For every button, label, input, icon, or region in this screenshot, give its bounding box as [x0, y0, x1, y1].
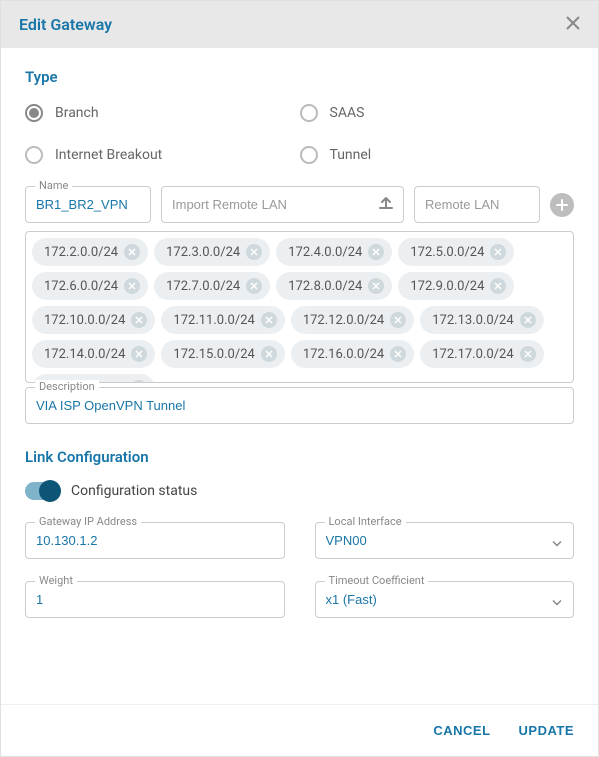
chip-label: 172.6.0.0/24	[44, 279, 118, 294]
timeout-wrap: Timeout Coefficient	[315, 581, 575, 618]
chip-remove-icon[interactable]	[368, 278, 384, 294]
radio-icon	[25, 146, 43, 164]
lan-chip[interactable]: 172.14.0.0/24	[32, 340, 155, 368]
remote-lan-wrap	[414, 186, 540, 223]
lan-chip[interactable]: 172.11.0.0/24	[161, 306, 284, 334]
name-row: Name	[25, 186, 574, 223]
chip-remove-icon[interactable]	[246, 244, 262, 260]
lan-chip[interactable]: 172.13.0.0/24	[420, 306, 543, 334]
toggle-knob	[39, 480, 61, 502]
description-input[interactable]	[25, 387, 574, 424]
lan-chip[interactable]: 172.9.0.0/24	[398, 272, 514, 300]
radio-icon	[25, 104, 43, 122]
radio-label: Tunnel	[330, 147, 372, 163]
radio-label: SAAS	[330, 105, 365, 121]
chip-remove-icon[interactable]	[520, 312, 536, 328]
radio-saas[interactable]: SAAS	[300, 104, 575, 122]
lan-chip[interactable]: 172.10.0.0/24	[32, 306, 155, 334]
chip-label: 172.12.0.0/24	[303, 313, 384, 328]
timeout-label: Timeout Coefficient	[325, 574, 429, 587]
name-field-wrap: Name	[25, 186, 151, 223]
import-remote-lan-input[interactable]	[161, 186, 404, 223]
chip-remove-icon[interactable]	[131, 312, 147, 328]
chip-label: 172.2.0.0/24	[44, 245, 118, 260]
weight-label: Weight	[35, 574, 77, 587]
chip-label: 172.10.0.0/24	[44, 313, 125, 328]
chip-label: 172.3.0.0/24	[166, 245, 240, 260]
local-interface-wrap: Local Interface	[315, 522, 575, 559]
radio-label: Internet Breakout	[55, 147, 162, 163]
import-remote-lan-wrap	[161, 186, 404, 223]
chip-remove-icon[interactable]	[390, 346, 406, 362]
radio-icon	[300, 146, 318, 164]
gateway-ip-wrap: Gateway IP Address	[25, 522, 285, 559]
chip-label: 172.16.0.0/24	[303, 347, 384, 362]
remote-lan-input[interactable]	[414, 186, 540, 223]
description-wrap: Description	[25, 387, 574, 424]
chip-label: 172.17.0.0/24	[432, 347, 513, 362]
link-config-title: Link Configuration	[25, 448, 574, 466]
cancel-button[interactable]: CANCEL	[433, 723, 490, 738]
type-radio-group: Branch SAAS Internet Breakout Tunnel	[25, 104, 574, 164]
name-label: Name	[35, 179, 72, 192]
chip-remove-icon[interactable]	[124, 244, 140, 260]
chip-remove-icon[interactable]	[131, 380, 147, 383]
chip-label: 172.8.0.0/24	[288, 279, 362, 294]
radio-icon	[300, 104, 318, 122]
lan-chip[interactable]: 172.8.0.0/24	[276, 272, 392, 300]
chip-label: 172.11.0.0/24	[173, 313, 254, 328]
lan-chip[interactable]: 172.7.0.0/24	[154, 272, 270, 300]
link-config-grid: Gateway IP Address Local Interface Weigh…	[25, 522, 574, 618]
dialog-title: Edit Gateway	[19, 15, 112, 34]
chip-label: 172.14.0.0/24	[44, 347, 125, 362]
dialog-footer: CANCEL UPDATE	[1, 704, 598, 756]
lan-chip[interactable]: 172.6.0.0/24	[32, 272, 148, 300]
upload-icon[interactable]	[378, 195, 394, 215]
chip-label: 172.7.0.0/24	[166, 279, 240, 294]
config-status-label: Configuration status	[71, 483, 197, 499]
local-interface-label: Local Interface	[325, 515, 406, 528]
chip-remove-icon[interactable]	[490, 278, 506, 294]
radio-branch[interactable]: Branch	[25, 104, 300, 122]
lan-chip[interactable]: 172.3.0.0/24	[154, 238, 270, 266]
weight-wrap: Weight	[25, 581, 285, 618]
type-section-title: Type	[25, 68, 574, 86]
chip-remove-icon[interactable]	[261, 312, 277, 328]
lan-chip[interactable]: 172.17.0.0/24	[420, 340, 543, 368]
add-button[interactable]	[550, 193, 574, 217]
lan-chip[interactable]: 172.12.0.0/24	[291, 306, 414, 334]
chip-remove-icon[interactable]	[246, 278, 262, 294]
remote-lan-chips[interactable]: 172.2.0.0/24 172.3.0.0/24 172.4.0.0/24 172.…	[25, 231, 574, 383]
lan-chip[interactable]: 172.2.0.0/24	[32, 238, 148, 266]
lan-chip[interactable]: 172.4.0.0/24	[276, 238, 392, 266]
lan-chip[interactable]: 172.15.0.0/24	[161, 340, 284, 368]
chip-label: 172.9.0.0/24	[410, 279, 484, 294]
radio-label: Branch	[55, 105, 99, 121]
description-label: Description	[35, 380, 99, 393]
chip-remove-icon[interactable]	[124, 278, 140, 294]
gateway-ip-label: Gateway IP Address	[35, 515, 141, 528]
chip-label: 172.13.0.0/24	[432, 313, 513, 328]
lan-chip[interactable]: 172.16.0.0/24	[291, 340, 414, 368]
edit-gateway-dialog: Edit Gateway Type Branch SAAS Internet B…	[0, 0, 599, 757]
chip-remove-icon[interactable]	[261, 346, 277, 362]
chip-remove-icon[interactable]	[368, 244, 384, 260]
lan-chip[interactable]: 172.5.0.0/24	[398, 238, 514, 266]
chip-label: 172.5.0.0/24	[410, 245, 484, 260]
dialog-header: Edit Gateway	[1, 1, 598, 48]
update-button[interactable]: UPDATE	[519, 723, 574, 738]
chip-label: 172.15.0.0/24	[173, 347, 254, 362]
radio-tunnel[interactable]: Tunnel	[300, 146, 575, 164]
chip-remove-icon[interactable]	[490, 244, 506, 260]
config-status-row: Configuration status	[25, 482, 574, 500]
radio-internet-breakout[interactable]: Internet Breakout	[25, 146, 300, 164]
dialog-body: Type Branch SAAS Internet Breakout Tunne…	[1, 48, 598, 704]
close-icon[interactable]	[566, 16, 580, 34]
chip-remove-icon[interactable]	[520, 346, 536, 362]
chip-remove-icon[interactable]	[131, 346, 147, 362]
config-status-toggle[interactable]	[25, 482, 59, 500]
chip-label: 172.4.0.0/24	[288, 245, 362, 260]
chip-remove-icon[interactable]	[390, 312, 406, 328]
